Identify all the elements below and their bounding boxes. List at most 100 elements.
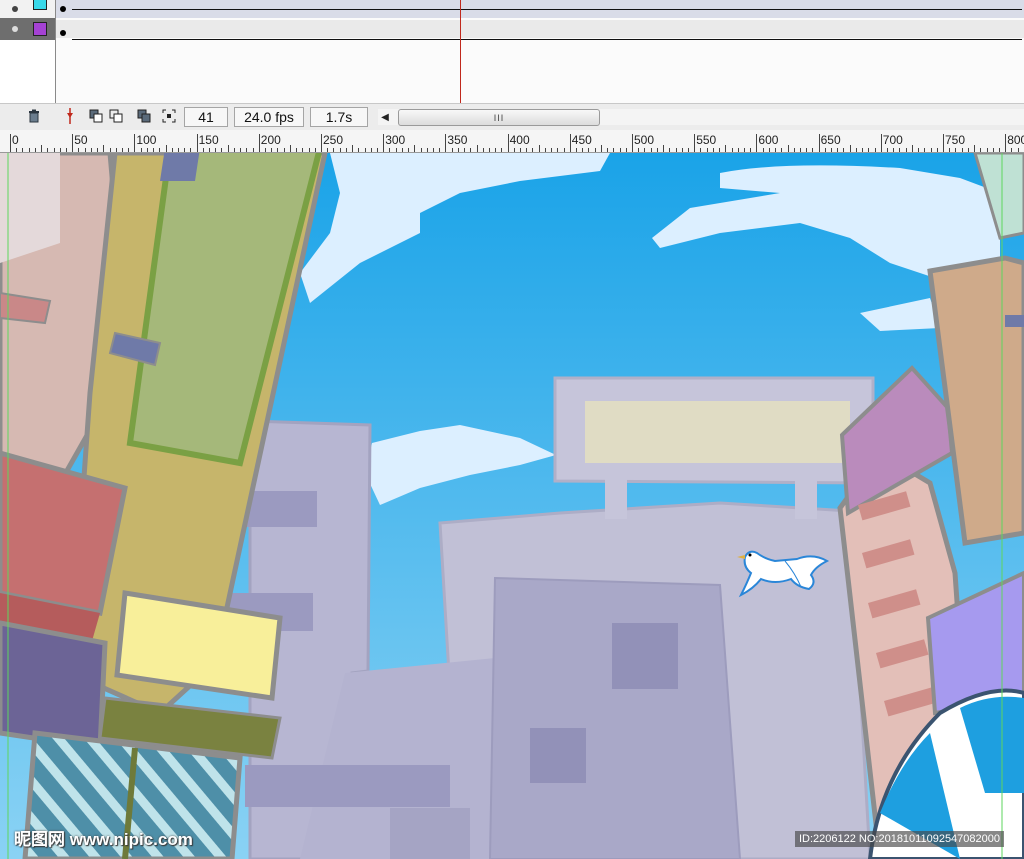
scene-artwork [0,153,1024,859]
ruler-minor-tick [482,148,484,152]
keyframe-icon[interactable] [60,6,66,12]
ruler-major-tick [383,134,385,152]
watermark-text: 昵图网 www.nipic.com [14,830,193,849]
ruler-minor-tick [750,148,752,152]
scroll-left-arrow-icon[interactable]: ◀ [378,109,392,125]
ruler-minor-tick [974,145,976,152]
ruler-minor-tick [246,148,248,152]
ruler-minor-tick [22,148,24,152]
ruler-minor-tick [177,148,179,152]
scroll-thumb[interactable]: III [398,109,600,126]
layer-color-swatch[interactable] [33,22,47,36]
keyframe-icon[interactable] [60,30,66,36]
ruler-minor-tick [495,148,497,152]
ruler-minor-tick [949,148,951,152]
ruler-major-tick [445,134,447,152]
horizontal-ruler: 0 50 100 150 200 250 300 350 400 450 500 550 600 650 7… [0,130,1024,153]
visibility-dot-icon[interactable] [12,26,18,32]
ruler-minor-tick [613,148,615,152]
ruler-label: 700 [882,133,903,147]
ruler-minor-tick [271,148,273,152]
ruler-minor-tick [992,148,994,152]
ruler-minor-tick [762,148,764,152]
ruler-major-tick [880,134,882,152]
ruler-minor-tick [619,148,621,152]
ruler-minor-tick [737,148,739,152]
ruler-label: 50 [74,133,88,147]
ruler-minor-tick [115,148,117,152]
ruler-minor-tick [743,148,745,152]
ruler-minor-tick [140,148,142,152]
ruler-minor-tick [594,148,596,152]
ruler-minor-tick [576,148,578,152]
ruler-minor-tick [302,148,304,152]
ruler-label: 350 [447,133,468,147]
ruler-minor-tick [227,145,229,152]
stage-canvas[interactable]: 昵图网 www.nipic.com ID:2206122 NO:20181011… [0,153,1024,859]
ruler-minor-tick [725,145,727,152]
ruler-minor-tick [470,148,472,152]
ruler-label: 100 [136,133,157,147]
ruler-minor-tick [538,145,540,152]
trash-icon[interactable] [26,108,42,124]
timeline-panel [0,0,1024,103]
ruler-label: 750 [945,133,966,147]
ruler-minor-tick [899,148,901,152]
ruler-minor-tick [812,148,814,152]
onion-skin-icon[interactable] [88,108,104,124]
ruler-minor-tick [924,148,926,152]
ruler-minor-tick [806,148,808,152]
ruler-minor-tick [121,148,123,152]
ruler-minor-tick [936,148,938,152]
ruler-minor-tick [967,148,969,152]
edit-multiple-frames-icon[interactable] [136,108,152,124]
ruler-label: 400 [509,133,530,147]
ruler-minor-tick [34,148,36,152]
ruler-minor-tick [153,148,155,152]
ruler-minor-tick [787,145,789,152]
ruler-minor-tick [781,148,783,152]
ruler-major-tick [756,134,758,152]
ruler-minor-tick [799,148,801,152]
ruler-minor-tick [700,148,702,152]
ruler-minor-tick [855,148,857,152]
ruler-minor-tick [420,148,422,152]
ruler-minor-tick [16,148,18,152]
ruler-minor-tick [84,148,86,152]
modify-onion-markers-icon[interactable] [161,108,177,124]
ruler-minor-tick [47,148,49,152]
layer-row[interactable] [0,0,55,20]
ruler-minor-tick [644,148,646,152]
timeline-scrollbar[interactable]: ◀ III [378,109,1024,126]
layer-row-selected[interactable] [0,18,55,40]
ruler-minor-tick [171,148,173,152]
layer-color-swatch[interactable] [33,0,47,10]
ruler-major-tick [569,134,571,152]
ruler-minor-tick [793,148,795,152]
ruler-major-tick [694,134,696,152]
onion-skin-outlines-icon[interactable] [108,108,124,124]
ruler-major-tick [72,134,74,152]
ruler-minor-tick [358,148,360,152]
ruler-major-tick [632,134,633,152]
ruler-minor-tick [209,148,211,152]
ruler-minor-tick [706,148,708,152]
ruler-minor-tick [90,148,92,152]
frame-rate-field[interactable]: 24.0 fps [234,107,304,127]
ruler-label: 200 [260,133,281,147]
ruler-minor-tick [283,148,285,152]
frame-row[interactable] [56,20,1024,40]
frame-row[interactable] [56,0,1024,18]
ruler-label: 300 [385,133,406,147]
ruler-minor-tick [352,145,354,152]
ruler-minor-tick [831,148,833,152]
playhead[interactable] [460,0,461,103]
frame-grid[interactable] [56,0,1024,40]
ruler-minor-tick [526,148,528,152]
center-frame-icon[interactable] [62,108,78,124]
ruler-minor-tick [59,148,61,152]
ruler-minor-tick [893,148,895,152]
ruler-minor-tick [414,145,416,152]
ruler-minor-tick [980,148,982,152]
visibility-dot-icon[interactable] [12,6,18,12]
